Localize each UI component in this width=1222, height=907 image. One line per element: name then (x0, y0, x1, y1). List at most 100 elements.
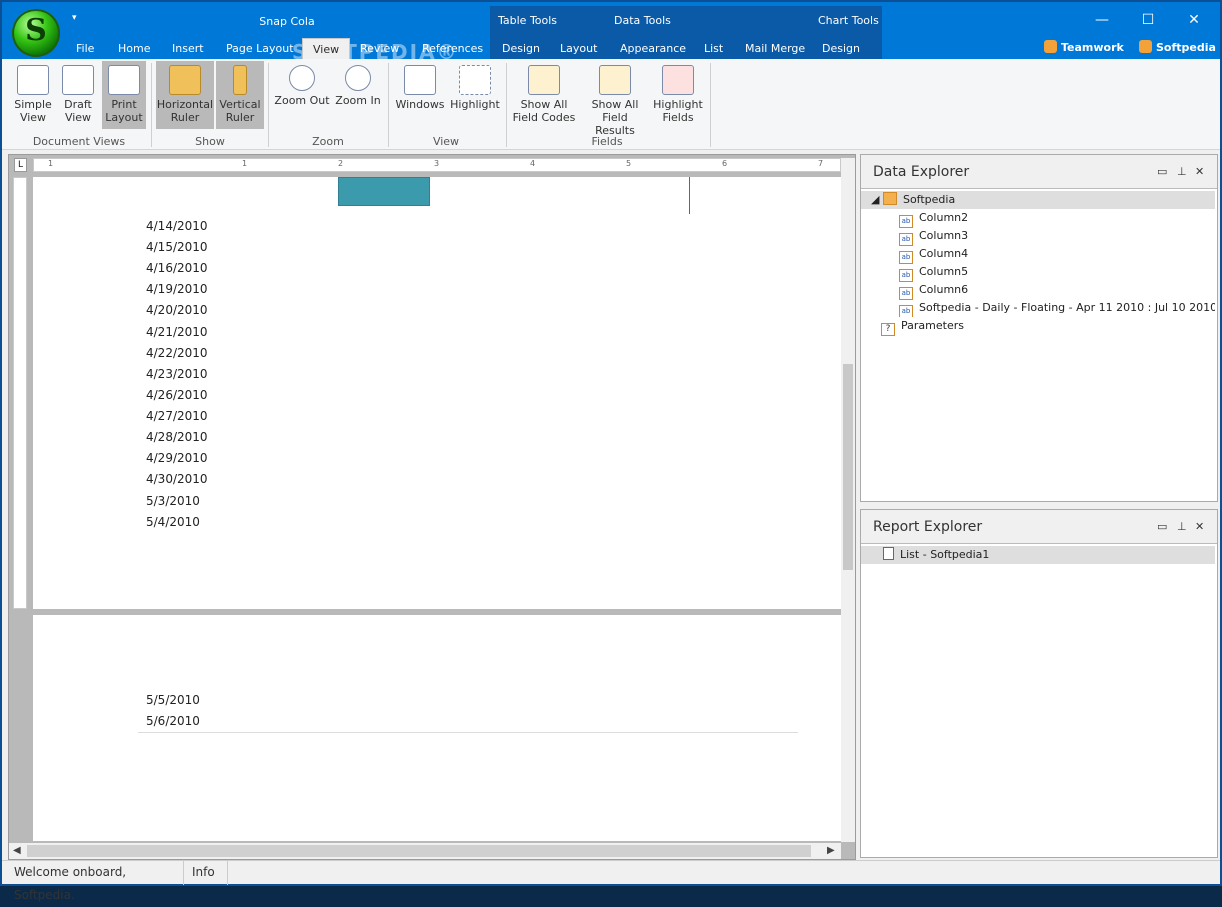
tree-node-field[interactable]: ab Softpedia - Daily - Floating - Apr 11 … (861, 299, 1215, 317)
tab-stop-selector[interactable]: L (14, 158, 27, 172)
tree-node-field[interactable]: ab Column4 (861, 245, 1215, 264)
status-info: Info (186, 861, 228, 885)
close-icon[interactable]: ✕ (1182, 12, 1206, 32)
horizontal-ruler-button[interactable]: Horizontal Ruler (156, 61, 214, 129)
tree-node-field[interactable]: ab Column6 (861, 281, 1215, 300)
draft-view-icon (62, 65, 94, 95)
ruler-number: 4 (530, 159, 536, 168)
status-message: Welcome onboard, Softpedia. (8, 861, 184, 902)
button-label: Show All Field Codes (512, 98, 576, 124)
zoom-out-button[interactable]: Zoom Out (274, 61, 330, 129)
tree-node-root[interactable]: ◢ Softpedia (861, 191, 1215, 209)
tree-node-field[interactable]: ab Column5 (861, 263, 1215, 282)
tab-insert[interactable]: Insert (172, 42, 204, 55)
vertical-ruler[interactable] (13, 177, 27, 609)
group-divider (388, 63, 389, 147)
scroll-left-icon[interactable]: ◀ (13, 845, 21, 856)
table-border (138, 732, 798, 733)
vertical-ruler-button[interactable]: Vertical Ruler (216, 61, 264, 129)
data-explorer-panel: Data Explorer ▭ ⊥ ✕ ◢ Softpedia ab Column… (860, 154, 1218, 502)
pin-icon[interactable]: ⊥ (1177, 165, 1187, 178)
tab-references[interactable]: References (422, 42, 483, 55)
parameters-icon: ? (881, 323, 895, 336)
tab-mail-merge[interactable]: Mail Merge (745, 42, 805, 55)
tab-view[interactable]: View (302, 38, 351, 59)
tree-node-field[interactable]: ab Column2 (861, 209, 1215, 228)
quick-access-dropdown-icon[interactable]: ▾ (72, 13, 77, 23)
panel-maximize-icon[interactable]: ▭ (1157, 520, 1167, 533)
close-icon[interactable]: ✕ (1195, 165, 1204, 178)
vertical-line (689, 177, 690, 214)
tree-node-label: Column5 (919, 265, 969, 278)
button-label: Vertical Ruler (219, 98, 261, 124)
ruler-number: 1 (242, 159, 248, 168)
maximize-icon[interactable]: ☐ (1136, 12, 1160, 32)
collapse-icon[interactable]: ◢ (871, 193, 879, 206)
windows-dropdown-button[interactable]: Windows (394, 61, 446, 129)
pin-icon[interactable]: ⊥ (1177, 520, 1187, 533)
tab-table-design[interactable]: Design (502, 42, 540, 55)
tree-node-label: Column6 (919, 283, 969, 296)
tree-node-label: Softpedia (902, 193, 956, 206)
scroll-thumb[interactable] (27, 845, 811, 857)
group-divider (506, 63, 507, 147)
show-all-field-codes-button[interactable]: Show All Field Codes (512, 61, 576, 129)
list-item: 4/15/2010 (146, 240, 208, 254)
app-title: Snap Cola (259, 15, 315, 28)
simple-view-button[interactable]: Simple View (12, 61, 54, 129)
document-page[interactable]: 5/5/2010 5/6/2010 (33, 615, 841, 841)
ruler-icon (169, 65, 201, 95)
list-item: 4/27/2010 (146, 409, 208, 423)
report-list-item[interactable]: List - Softpedia1 (861, 546, 1215, 564)
ruler-number: 6 (722, 159, 728, 168)
ribbon: Simple View Draft View Print Layout Docu… (2, 59, 1220, 150)
ruler-number: 3 (434, 159, 440, 168)
document-page[interactable]: 4/14/2010 4/15/2010 4/16/2010 4/19/2010 … (33, 177, 841, 609)
highlight-button[interactable]: Highlight (450, 61, 500, 129)
document-area: L 1 1 2 3 4 5 6 7 4/14/2010 4/15/2010 4/… (8, 154, 856, 860)
minimize-icon[interactable]: — (1090, 12, 1114, 32)
scroll-thumb[interactable] (843, 364, 853, 570)
tree-node-label: Column3 (919, 229, 969, 242)
group-divider (151, 63, 152, 147)
report-explorer-title: Report Explorer (873, 519, 983, 535)
show-all-field-results-button[interactable]: Show All Field Results (582, 61, 648, 137)
button-label: Windows (395, 98, 445, 111)
button-label: Print Layout (105, 98, 143, 124)
highlight-fields-button[interactable]: Highlight Fields (652, 61, 704, 129)
tree-node-parameters[interactable]: ? Parameters (861, 317, 1215, 336)
tab-appearance[interactable]: Appearance (620, 42, 686, 55)
title-bar: S ▾ Snap Cola SOFTPEDIA® Table Tools Dat… (2, 2, 1220, 64)
print-layout-button[interactable]: Print Layout (102, 61, 146, 129)
tab-file[interactable]: File (76, 42, 94, 55)
teamwork-button[interactable]: Teamwork (1044, 40, 1124, 54)
horizontal-ruler[interactable]: 1 1 2 3 4 5 6 7 (33, 158, 841, 172)
tab-review[interactable]: Review (360, 42, 399, 55)
tab-home[interactable]: Home (118, 42, 150, 55)
list-item: 5/5/2010 (146, 693, 200, 707)
tree-node-label: Softpedia - Daily - Floating - Apr 11 20… (919, 301, 1215, 314)
draft-view-button[interactable]: Draft View (58, 61, 98, 129)
app-window: S ▾ Snap Cola SOFTPEDIA® Table Tools Dat… (0, 0, 1222, 902)
app-logo-icon[interactable]: S (12, 9, 60, 57)
horizontal-scrollbar[interactable]: ◀ ▶ (9, 843, 841, 859)
group-label-fields: Fields (591, 135, 623, 148)
user-label: Softpedia (1156, 41, 1216, 54)
panel-maximize-icon[interactable]: ▭ (1157, 165, 1167, 178)
tab-chart-design[interactable]: Design (822, 42, 860, 55)
tab-layout[interactable]: Layout (560, 42, 597, 55)
list-item: 4/19/2010 (146, 282, 208, 296)
zoom-in-button[interactable]: Zoom In (334, 61, 382, 129)
scroll-right-icon[interactable]: ▶ (827, 845, 835, 856)
chart-shape[interactable] (338, 177, 430, 206)
vertical-scrollbar[interactable] (841, 158, 855, 842)
tree-node-field[interactable]: ab Column3 (861, 227, 1215, 246)
button-label: Horizontal Ruler (156, 98, 214, 124)
close-icon[interactable]: ✕ (1195, 520, 1204, 533)
user-button[interactable]: Softpedia (1139, 40, 1216, 54)
ruler-number: 7 (818, 159, 824, 168)
tab-list[interactable]: List (704, 42, 723, 55)
tab-page-layout[interactable]: Page Layout (226, 42, 294, 55)
zoom-in-icon (345, 65, 371, 91)
context-chart-tools: Chart Tools (818, 14, 879, 27)
